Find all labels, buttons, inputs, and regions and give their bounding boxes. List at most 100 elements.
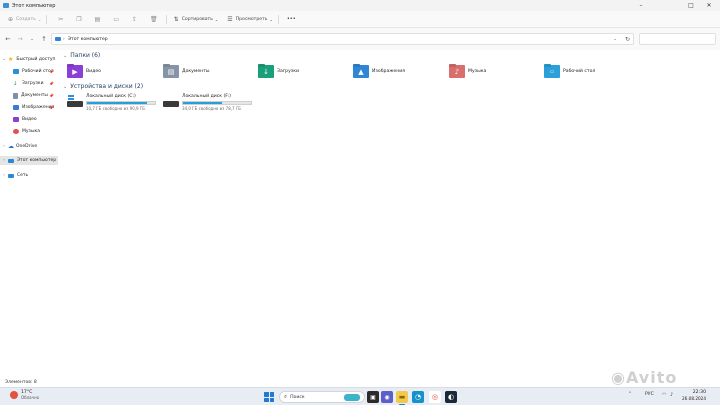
weather-condition: Облачно bbox=[21, 395, 40, 400]
sidebar-item-this-pc[interactable]: › Этот компьютер bbox=[0, 156, 58, 165]
back-button[interactable]: ← bbox=[2, 33, 14, 45]
divider bbox=[46, 14, 48, 24]
drive-free-space: 10,7 ГБ свободно из 90,9 ГБ bbox=[86, 106, 146, 111]
folder-downloads[interactable]: ↓ Загрузки bbox=[258, 64, 348, 79]
drive-usage-fill bbox=[183, 102, 222, 104]
address-dropdown-icon[interactable]: ⌄ bbox=[613, 37, 617, 42]
view-icon: ☰ bbox=[227, 15, 233, 23]
chevron-right-icon[interactable]: › bbox=[0, 158, 8, 163]
clock[interactable]: 22:30 26.08.2024 bbox=[680, 390, 706, 402]
steam-icon[interactable]: ◐ bbox=[445, 391, 457, 403]
drive-usage-bar bbox=[182, 101, 252, 105]
cut-button[interactable]: ✂ bbox=[58, 13, 66, 25]
search-icon: ⌕ bbox=[284, 393, 288, 400]
sidebar-item-network[interactable]: › Сеть bbox=[0, 171, 58, 180]
folder-pictures[interactable]: ▲ Изображения bbox=[353, 64, 443, 79]
chevron-down-icon: ⌄ bbox=[30, 36, 34, 42]
paste-icon: ▤ bbox=[94, 15, 101, 23]
language-indicator[interactable]: РУС bbox=[645, 392, 654, 397]
scissors-icon: ✂ bbox=[58, 15, 64, 23]
sidebar-item-pictures[interactable]: Изображения 📌 bbox=[0, 103, 58, 112]
copy-icon: ❐ bbox=[76, 15, 82, 23]
folders-section-title: Папки (6) bbox=[70, 52, 101, 59]
refresh-icon[interactable]: ↻ bbox=[625, 36, 630, 43]
pictures-icon bbox=[13, 105, 19, 110]
chevron-down-icon[interactable]: ⌄ bbox=[0, 57, 8, 62]
chevron-right-icon[interactable]: › bbox=[0, 173, 8, 178]
paste-button[interactable]: ▤ bbox=[95, 13, 104, 25]
volume-icon[interactable]: ♪ bbox=[670, 392, 673, 398]
explorer-app-icon bbox=[3, 3, 9, 8]
close-button[interactable]: ✕ bbox=[698, 0, 720, 11]
up-button[interactable]: ↑ bbox=[38, 33, 50, 45]
chevron-right-icon[interactable]: › bbox=[0, 144, 8, 149]
documents-folder-icon: ▤ bbox=[163, 65, 179, 78]
drive-free-space: 34,0 ГБ свободно из 78,7 ГБ bbox=[182, 106, 242, 111]
divider bbox=[165, 14, 167, 24]
cloud-icon: ☁ bbox=[8, 143, 14, 150]
network-icon bbox=[8, 173, 14, 178]
minimize-button[interactable]: – bbox=[630, 0, 652, 11]
sort-button[interactable]: ⇅ Сортировать ⌄ bbox=[174, 13, 219, 25]
pin-icon: 📌 bbox=[49, 105, 54, 110]
sidebar-item-quick-access[interactable]: ⌄ ★ Быстрый доступ bbox=[0, 55, 58, 64]
sidebar-item-music[interactable]: Музыка bbox=[0, 127, 58, 136]
rename-button[interactable]: ▭ bbox=[113, 13, 122, 25]
search-input[interactable] bbox=[639, 33, 716, 45]
view-button[interactable]: ☰ Просмотреть ⌄ bbox=[227, 13, 273, 25]
drives-section-header[interactable]: ⌄ Устройства и диски (2) bbox=[63, 83, 143, 90]
weather-icon bbox=[10, 391, 18, 399]
status-items-count: Элементов: 8 bbox=[5, 380, 37, 385]
address-path: Этот компьютер bbox=[67, 36, 108, 42]
desktop-icon bbox=[13, 69, 19, 74]
downloads-folder-icon: ↓ bbox=[258, 65, 274, 78]
window-title: Этот компьютер bbox=[12, 2, 56, 9]
sidebar-item-documents[interactable]: Документы 📌 bbox=[0, 91, 58, 100]
folder-label: Видео bbox=[86, 69, 101, 74]
drive-label: Локальный диск (C:) bbox=[86, 94, 136, 99]
folders-section-header[interactable]: ⌄ Папки (6) bbox=[63, 52, 100, 59]
arrow-left-icon: ← bbox=[5, 35, 11, 43]
taskbar-search[interactable]: ⌕ Поиск bbox=[279, 391, 365, 403]
start-button[interactable] bbox=[264, 392, 274, 402]
folder-music[interactable]: ♪ Музыка bbox=[449, 64, 539, 79]
drive-f[interactable]: Локальный диск (F:) 34,0 ГБ свободно из … bbox=[163, 94, 255, 114]
folder-documents[interactable]: ▤ Документы bbox=[163, 64, 253, 79]
copy-button[interactable]: ❐ bbox=[76, 13, 84, 25]
weather-widget[interactable]: 17°C Облачно bbox=[10, 390, 39, 400]
chevron-down-icon: ⌄ bbox=[214, 16, 219, 22]
address-bar[interactable]: › Этот компьютер ⌄ ↻ bbox=[51, 33, 634, 45]
task-view-icon[interactable]: ▣ bbox=[367, 391, 379, 403]
more-options-button[interactable]: ••• bbox=[287, 13, 296, 25]
forward-button[interactable]: → bbox=[14, 33, 26, 45]
show-hidden-icons-icon[interactable]: ⌃ bbox=[628, 392, 632, 397]
wifi-icon[interactable]: ◠ bbox=[662, 392, 666, 398]
sidebar-item-downloads[interactable]: ↓ Загрузки 📌 bbox=[0, 79, 58, 88]
drives-section-title: Устройства и диски (2) bbox=[70, 83, 144, 90]
sort-label: Сортировать bbox=[181, 16, 213, 22]
sidebar-item-onedrive[interactable]: › ☁ OneDrive bbox=[0, 142, 58, 151]
folder-label: Рабочий стол bbox=[563, 69, 596, 74]
create-button[interactable]: ⊕ Создать ⌄ bbox=[8, 13, 41, 25]
edge-icon[interactable]: ◔ bbox=[412, 391, 424, 403]
sidebar-item-desktop[interactable]: Рабочий стол 📌 bbox=[0, 67, 58, 76]
sidebar-item-video[interactable]: Видео bbox=[0, 115, 58, 124]
chevron-down-icon: ⌄ bbox=[37, 16, 42, 22]
delete-button[interactable]: 🗑 bbox=[150, 13, 161, 25]
folder-video[interactable]: ▶ Видео bbox=[67, 64, 157, 79]
chrome-icon[interactable]: ◎ bbox=[429, 391, 441, 403]
teams-chat-icon[interactable]: ◉ bbox=[381, 391, 393, 403]
drive-c[interactable]: Локальный диск (C:) 10,7 ГБ свободно из … bbox=[67, 94, 159, 114]
video-folder-icon: ▶ bbox=[67, 65, 83, 78]
file-explorer-icon[interactable]: ▬ bbox=[396, 391, 408, 405]
sidebar-item-label: Музыка bbox=[22, 129, 40, 134]
title-bar: Этот компьютер – □ ✕ bbox=[0, 0, 720, 11]
share-button[interactable]: ⇪ bbox=[132, 13, 140, 25]
view-label: Просмотреть bbox=[235, 16, 268, 22]
pin-icon: 📌 bbox=[49, 81, 54, 86]
folder-label: Загрузки bbox=[277, 69, 300, 74]
sidebar-item-label: Документы bbox=[21, 93, 48, 98]
folder-desktop[interactable]: ▭ Рабочий стол bbox=[544, 64, 634, 79]
hard-drive-icon bbox=[163, 101, 179, 107]
recent-locations-button[interactable]: ⌄ bbox=[26, 33, 38, 45]
